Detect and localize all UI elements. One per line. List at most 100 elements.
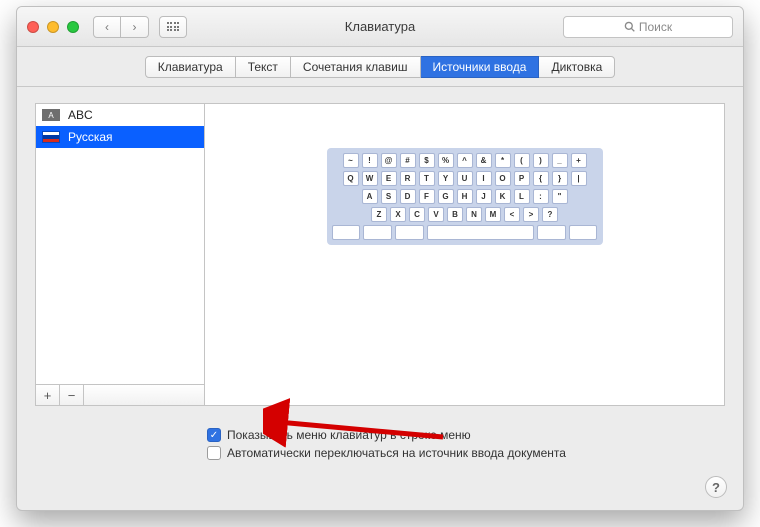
key: N [466,207,482,222]
input-sources-list[interactable]: A ABC Русская [35,103,205,384]
key: ) [533,153,549,168]
chevron-right-icon: › [133,20,137,34]
keyboard-preview-pane: ~!@#$%^&*()_+ QWERTYUIOP{}| ASDFGHJKL:" … [205,103,725,406]
key: B [447,207,463,222]
back-button[interactable]: ‹ [93,16,121,38]
close-window-button[interactable] [27,21,39,33]
key-modifier [537,225,566,240]
options-area: ✓ Показывать меню клавиатур в строке мен… [17,420,743,470]
key: I [476,171,492,186]
traffic-lights [27,21,79,33]
key: : [533,189,549,204]
input-source-abc[interactable]: A ABC [36,104,204,126]
key: L [514,189,530,204]
help-button[interactable]: ? [705,476,727,498]
question-icon: ? [712,480,720,495]
key: J [476,189,492,204]
add-source-button[interactable]: + [36,385,60,405]
key: M [485,207,501,222]
key: T [419,171,435,186]
key: ^ [457,153,473,168]
input-source-russian[interactable]: Русская [36,126,204,148]
key: < [504,207,520,222]
tab-segmented-control: Клавиатура Текст Сочетания клавиш Источн… [145,56,616,78]
chevron-left-icon: ‹ [105,20,109,34]
forward-button[interactable]: › [121,16,149,38]
key-space [427,225,534,240]
key: * [495,153,511,168]
tab-input-sources[interactable]: Источники ввода [421,56,540,78]
zoom-window-button[interactable] [67,21,79,33]
key: E [381,171,397,186]
key: ( [514,153,530,168]
search-placeholder: Поиск [639,20,672,34]
auto-switch-label: Автоматически переключаться на источник … [227,446,566,460]
key-modifier [395,225,424,240]
key: P [514,171,530,186]
key: ? [542,207,558,222]
key: V [428,207,444,222]
tab-row: Клавиатура Текст Сочетания клавиш Источн… [17,47,743,87]
key: D [400,189,416,204]
search-icon [624,21,635,32]
key: Y [438,171,454,186]
key-modifier [569,225,598,240]
minimize-window-button[interactable] [47,21,59,33]
key: U [457,171,473,186]
key: $ [419,153,435,168]
minus-icon: − [68,388,76,403]
key: " [552,189,568,204]
tab-shortcuts[interactable]: Сочетания клавиш [291,56,421,78]
tab-keyboard[interactable]: Клавиатура [145,56,236,78]
key: Q [343,171,359,186]
key: ! [362,153,378,168]
key: C [409,207,425,222]
content-area: A ABC Русская + − ~!@#$%^&*()_+ QWERTYUI… [17,87,743,420]
show-all-button[interactable] [159,16,187,38]
titlebar: ‹ › Клавиатура Поиск [17,7,743,47]
show-menu-checkbox[interactable]: ✓ [207,428,221,442]
key: R [400,171,416,186]
key: _ [552,153,568,168]
key: O [495,171,511,186]
key: Z [371,207,387,222]
tab-text[interactable]: Текст [236,56,291,78]
abc-flag-icon: A [42,109,60,121]
key: F [419,189,435,204]
auto-switch-checkbox-row: Автоматически переключаться на источник … [207,446,725,460]
input-source-label: Русская [68,130,113,144]
remove-source-button[interactable]: − [60,385,84,405]
search-field[interactable]: Поиск [563,16,733,38]
nav-back-forward: ‹ › [93,16,149,38]
key: W [362,171,378,186]
keyboard-preview: ~!@#$%^&*()_+ QWERTYUIOP{}| ASDFGHJKL:" … [327,148,603,245]
plus-icon: + [44,388,52,403]
key: ~ [343,153,359,168]
show-menu-checkbox-row: ✓ Показывать меню клавиатур в строке мен… [207,428,725,442]
show-menu-label: Показывать меню клавиатур в строке меню [227,428,471,442]
key: @ [381,153,397,168]
key: & [476,153,492,168]
key: % [438,153,454,168]
key: X [390,207,406,222]
key-modifier [332,225,361,240]
key: A [362,189,378,204]
key: G [438,189,454,204]
key: > [523,207,539,222]
key: { [533,171,549,186]
tab-dictation[interactable]: Диктовка [539,56,615,78]
key: K [495,189,511,204]
auto-switch-checkbox[interactable] [207,446,221,460]
preferences-window: ‹ › Клавиатура Поиск Клавиатура Текст Со… [16,6,744,511]
footer: ? [17,470,743,510]
key: # [400,153,416,168]
add-remove-bar: + − [35,384,205,406]
key: } [552,171,568,186]
key: | [571,171,587,186]
input-sources-column: A ABC Русская + − [35,103,205,406]
key: + [571,153,587,168]
key-modifier [363,225,392,240]
russian-flag-icon [42,131,60,143]
input-source-label: ABC [68,108,93,122]
key: S [381,189,397,204]
